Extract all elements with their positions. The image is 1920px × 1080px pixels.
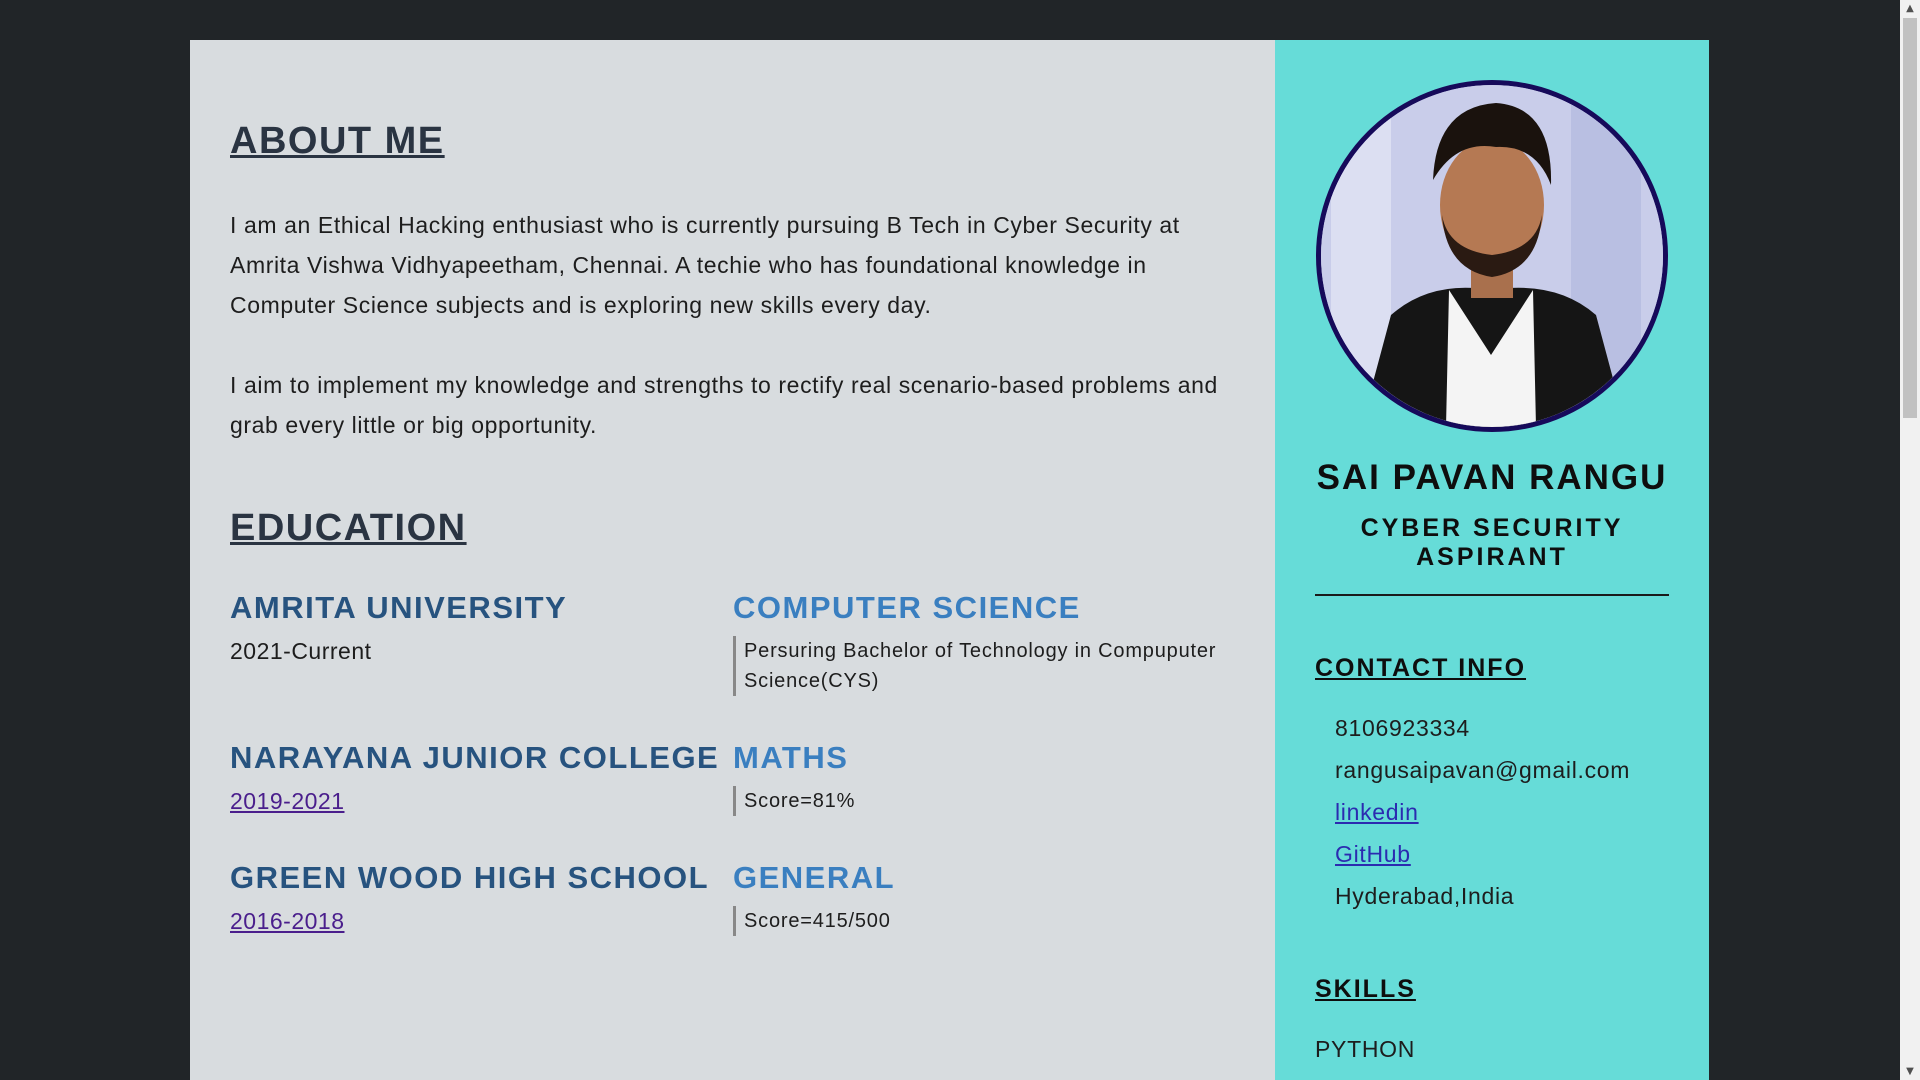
github-link[interactable]: GitHub xyxy=(1335,833,1669,875)
profile-name: SAI PAVAN RANGU xyxy=(1316,458,1668,497)
education-years-link[interactable]: 2016-2018 xyxy=(230,908,733,935)
institution-name: AMRITA UNIVERSITY xyxy=(230,590,568,625)
education-left-column: NARAYANA JUNIOR COLLEGE 2019-2021 xyxy=(230,740,733,816)
skills-title: SKILLS xyxy=(1315,975,1416,1003)
education-details: Score=81% xyxy=(733,786,1235,816)
education-years: 2021-Current xyxy=(230,638,372,664)
linkedin-link[interactable]: linkedin xyxy=(1335,791,1669,833)
about-paragraph-1: I am an Ethical Hacking enthusiast who i… xyxy=(230,212,1180,318)
profile-photo-icon xyxy=(1321,85,1663,427)
contact-phone: 8106923334 xyxy=(1335,715,1470,741)
education-details: Score=415/500 xyxy=(733,906,1235,936)
profile-role: CYBER SECURITY ASPIRANT xyxy=(1360,514,1624,571)
contact-email: rangusaipavan@gmail.com xyxy=(1335,757,1631,783)
contact-list: 8106923334 rangusaipavan@gmail.com linke… xyxy=(1315,707,1669,917)
education-years-link[interactable]: 2019-2021 xyxy=(230,788,733,815)
sidebar-divider xyxy=(1315,594,1669,596)
education-subject: MATHS xyxy=(733,740,849,775)
education-right-column: GENERAL Score=415/500 xyxy=(733,860,1235,936)
main-content: ABOUT ME I am an Ethical Hacking enthusi… xyxy=(190,40,1275,1080)
skill-item: PYTHON xyxy=(1315,1036,1416,1062)
sidebar: SAI PAVAN RANGU CYBER SECURITY ASPIRANT … xyxy=(1275,40,1709,1080)
education-entry-greenwood: GREEN WOOD HIGH SCHOOL 2016-2018 GENERAL… xyxy=(230,860,1235,936)
education-left-column: GREEN WOOD HIGH SCHOOL 2016-2018 xyxy=(230,860,733,936)
scrollbar-thumb[interactable] xyxy=(1903,18,1917,418)
education-subject: COMPUTER SCIENCE xyxy=(733,590,1081,625)
scroll-up-arrow-icon[interactable]: ▲ xyxy=(1900,0,1920,17)
about-title: ABOUT ME xyxy=(230,120,445,162)
profile-avatar xyxy=(1316,80,1668,432)
contact-title: CONTACT INFO xyxy=(1315,654,1527,682)
education-entry-narayana: NARAYANA JUNIOR COLLEGE 2019-2021 MATHS … xyxy=(230,740,1235,816)
vertical-scrollbar[interactable]: ▲ ▼ xyxy=(1900,0,1920,1080)
education-left-column: AMRITA UNIVERSITY 2021-Current xyxy=(230,590,733,696)
education-right-column: MATHS Score=81% xyxy=(733,740,1235,816)
education-title: EDUCATION xyxy=(230,507,467,549)
education-entry-amrita: AMRITA UNIVERSITY 2021-Current COMPUTER … xyxy=(230,590,1235,696)
contact-location: Hyderabad,India xyxy=(1335,883,1515,909)
education-subject: GENERAL xyxy=(733,860,896,895)
institution-name: GREEN WOOD HIGH SCHOOL xyxy=(230,860,710,895)
browser-viewport: ABOUT ME I am an Ethical Hacking enthusi… xyxy=(0,0,1920,1080)
scroll-down-arrow-icon[interactable]: ▼ xyxy=(1900,1063,1920,1080)
education-details: Persuring Bachelor of Technology in Comp… xyxy=(733,636,1235,696)
education-right-column: COMPUTER SCIENCE Persuring Bachelor of T… xyxy=(733,590,1235,696)
resume-page: ABOUT ME I am an Ethical Hacking enthusi… xyxy=(190,40,1709,1080)
institution-name: NARAYANA JUNIOR COLLEGE xyxy=(230,740,720,775)
about-paragraph-2: I aim to implement my knowledge and stre… xyxy=(230,372,1218,438)
